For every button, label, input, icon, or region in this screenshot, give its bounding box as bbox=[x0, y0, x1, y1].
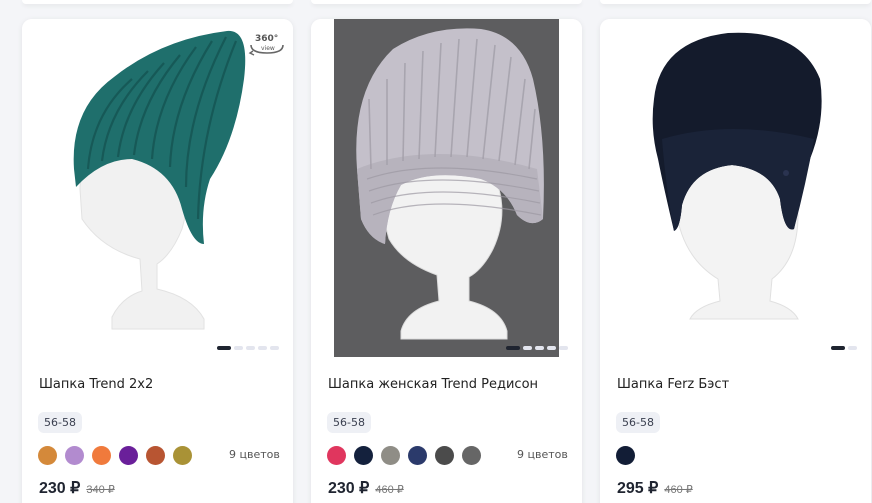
carousel-dot[interactable] bbox=[535, 346, 544, 350]
carousel-dot[interactable] bbox=[559, 346, 568, 350]
image-carousel-dots[interactable] bbox=[831, 346, 857, 350]
product-title[interactable]: Шапка Ferz Бэст bbox=[617, 377, 729, 392]
color-swatch[interactable] bbox=[173, 446, 192, 465]
carousel-dot[interactable] bbox=[848, 346, 857, 350]
carousel-dot-active[interactable] bbox=[217, 346, 231, 350]
carousel-dot-active[interactable] bbox=[831, 346, 845, 350]
current-price: 230 ₽ bbox=[39, 480, 81, 497]
color-swatch[interactable] bbox=[462, 446, 481, 465]
carousel-dot[interactable] bbox=[234, 346, 243, 350]
previous-row-card-edge bbox=[22, 0, 293, 4]
carousel-dot[interactable] bbox=[246, 346, 255, 350]
previous-row-card-edge bbox=[600, 0, 871, 4]
color-swatch[interactable] bbox=[146, 446, 165, 465]
image-carousel-dots[interactable] bbox=[506, 346, 568, 350]
colors-count[interactable]: 9 цветов bbox=[229, 448, 280, 461]
carousel-dot[interactable] bbox=[523, 346, 532, 350]
color-swatch[interactable] bbox=[435, 446, 454, 465]
product-image[interactable] bbox=[600, 19, 871, 357]
carousel-dot[interactable] bbox=[270, 346, 279, 350]
360-view-icon[interactable]: 360° view bbox=[247, 31, 287, 59]
price-row: 230 ₽ 460 ₽ bbox=[328, 478, 404, 498]
color-swatches bbox=[616, 446, 635, 465]
colors-count[interactable]: 9 цветов bbox=[517, 448, 568, 461]
product-title[interactable]: Шапка Trend 2x2 bbox=[39, 377, 153, 392]
product-card[interactable]: Шапка женская Trend Редисон 56-58 9 цвет… bbox=[311, 19, 582, 503]
size-badge: 56-58 bbox=[38, 412, 82, 433]
carousel-dot-active[interactable] bbox=[506, 346, 520, 350]
color-swatches bbox=[38, 446, 192, 465]
old-price: 460 ₽ bbox=[375, 484, 404, 496]
color-swatch[interactable] bbox=[119, 446, 138, 465]
carousel-dot[interactable] bbox=[258, 346, 267, 350]
product-card[interactable]: Шапка Ferz Бэст 56-58 295 ₽ 460 ₽ bbox=[600, 19, 871, 503]
svg-text:360°: 360° bbox=[255, 34, 278, 44]
size-badge: 56-58 bbox=[327, 412, 371, 433]
color-swatch[interactable] bbox=[65, 446, 84, 465]
color-swatch[interactable] bbox=[408, 446, 427, 465]
product-title[interactable]: Шапка женская Trend Редисон bbox=[328, 377, 538, 392]
price-row: 230 ₽ 340 ₽ bbox=[39, 478, 115, 498]
color-swatch[interactable] bbox=[92, 446, 111, 465]
carousel-dot[interactable] bbox=[547, 346, 556, 350]
price-row: 295 ₽ 460 ₽ bbox=[617, 478, 693, 498]
old-price: 460 ₽ bbox=[664, 484, 693, 496]
product-image[interactable] bbox=[311, 19, 582, 357]
current-price: 295 ₽ bbox=[617, 480, 659, 497]
current-price: 230 ₽ bbox=[328, 480, 370, 497]
product-image[interactable]: 360° view bbox=[22, 19, 293, 357]
previous-row-card-edge bbox=[311, 0, 582, 4]
image-carousel-dots[interactable] bbox=[217, 346, 279, 350]
color-swatch[interactable] bbox=[354, 446, 373, 465]
color-swatch[interactable] bbox=[381, 446, 400, 465]
color-swatches bbox=[327, 446, 481, 465]
size-badge: 56-58 bbox=[616, 412, 660, 433]
color-swatch[interactable] bbox=[327, 446, 346, 465]
color-swatch[interactable] bbox=[38, 446, 57, 465]
svg-text:view: view bbox=[261, 45, 275, 52]
old-price: 340 ₽ bbox=[86, 484, 115, 496]
color-swatch[interactable] bbox=[616, 446, 635, 465]
product-card[interactable]: 360° view Шапка Trend 2x2 56-58 9 цветов… bbox=[22, 19, 293, 503]
